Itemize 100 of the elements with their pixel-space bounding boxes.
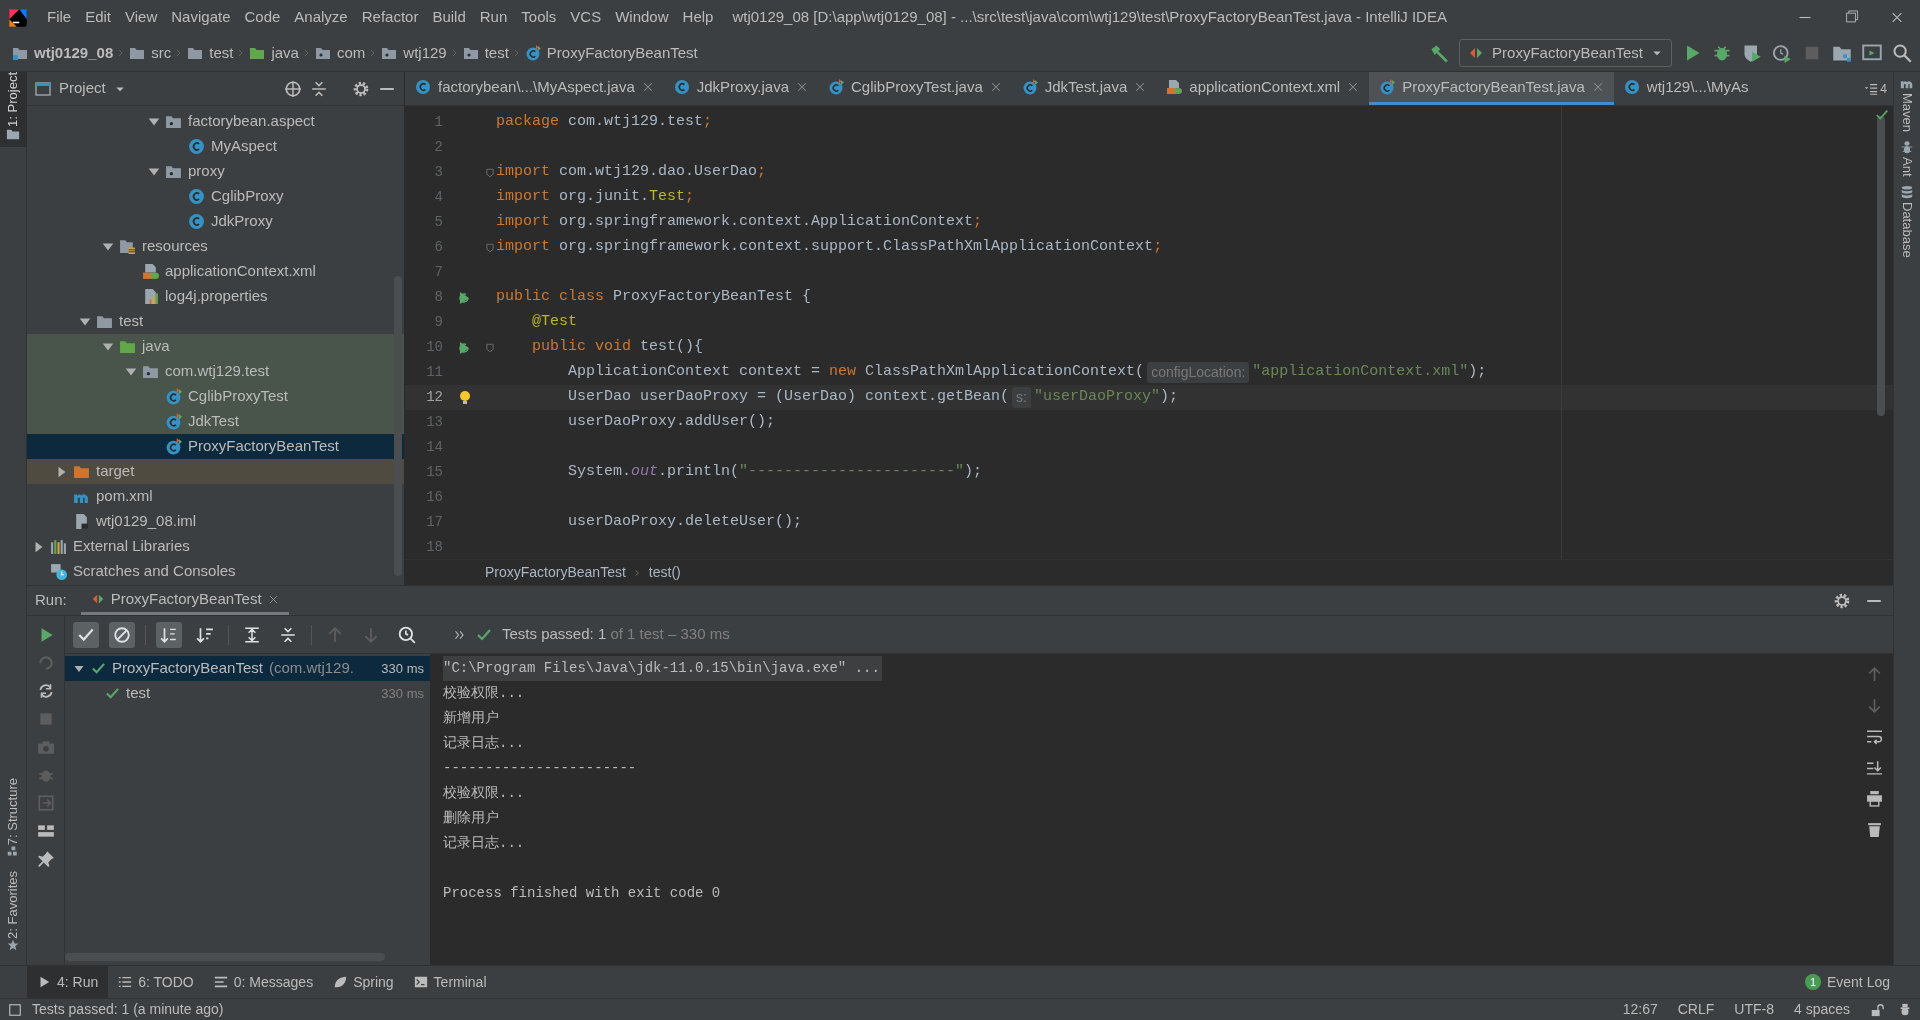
trash-icon[interactable] (1865, 821, 1883, 838)
menu-item[interactable]: Run (472, 6, 515, 29)
editor-tab[interactable]: ProxyFactoryBeanTest.java (1369, 72, 1614, 105)
scrollbar[interactable] (394, 276, 402, 576)
indent-setting[interactable]: 4 spaces (1793, 999, 1850, 1020)
debug-icon[interactable] (1712, 43, 1732, 63)
panel-toggle-icon[interactable] (8, 1002, 22, 1017)
tree-item[interactable]: proxy (27, 159, 404, 184)
view-selector-dropdown[interactable]: Project (59, 77, 126, 100)
tree-item[interactable]: applicationContext.xml (27, 259, 404, 284)
scroll-to-end-icon[interactable] (1865, 759, 1883, 776)
editor-tab[interactable]: JdkProxy.java (663, 72, 819, 105)
editor-tab[interactable]: factorybean\...\MyAspect.java (405, 72, 664, 105)
breadcrumb-item[interactable]: test (484, 41, 509, 65)
menu-item[interactable]: Help (675, 6, 721, 29)
tree-item[interactable]: factorybean.aspect (27, 109, 404, 134)
editor-tab[interactable]: wtj129\...\MyAs (1613, 72, 1759, 105)
layout-icon[interactable] (36, 822, 55, 840)
menu-item[interactable]: Refactor (354, 6, 426, 29)
editor-tab[interactable]: CglibProxyTest.java (818, 72, 1012, 105)
breadcrumb-item[interactable]: wtj129 (403, 41, 447, 65)
close-icon[interactable] (1347, 81, 1360, 93)
menu-item[interactable]: View (118, 6, 165, 29)
tree-item[interactable]: log4j.properties (27, 284, 404, 309)
breadcrumb-item[interactable]: src (151, 41, 172, 65)
breadcrumb-item[interactable]: com (336, 41, 366, 65)
unlock-icon[interactable] (1870, 1002, 1884, 1017)
breadcrumb-item[interactable]: test() (648, 562, 681, 583)
menu-item[interactable]: Window (608, 6, 676, 29)
tool-window-tab[interactable]: Maven (1897, 93, 1917, 133)
print-icon[interactable] (1865, 790, 1883, 807)
show-ignored-button[interactable] (109, 621, 135, 648)
settings-icon[interactable] (352, 79, 370, 98)
menu-item[interactable]: Tools (514, 6, 564, 29)
tree-item[interactable]: Scratches and Consoles (27, 559, 404, 584)
menu-item[interactable]: File (40, 6, 79, 29)
tool-window-button[interactable]: 0: Messages (203, 966, 324, 998)
lightbulb-icon[interactable] (457, 389, 473, 406)
run-configuration-dropdown[interactable]: ProxyFactoryBeanTest (1459, 39, 1672, 67)
search-icon[interactable] (1892, 43, 1912, 63)
more-icon[interactable] (454, 628, 466, 641)
tree-item[interactable]: resources (27, 234, 404, 259)
tree-item[interactable]: pom.xml (27, 484, 404, 509)
menu-item[interactable]: Analyze (287, 6, 355, 29)
locate-icon[interactable] (284, 79, 302, 98)
caret-position[interactable]: 12:67 (1622, 999, 1658, 1020)
fold-marker-icon[interactable] (485, 242, 495, 253)
tool-window-button[interactable]: Spring (323, 966, 404, 998)
soft-wrap-icon[interactable] (1865, 728, 1883, 745)
tree-item[interactable]: External Libraries (27, 534, 404, 559)
close-icon[interactable] (989, 81, 1002, 93)
inspector-icon[interactable] (1898, 1002, 1912, 1017)
show-passed-button[interactable] (73, 621, 99, 648)
profiler-icon[interactable] (1772, 43, 1792, 63)
fold-marker-icon[interactable] (485, 167, 495, 178)
presentation-icon[interactable] (1862, 43, 1882, 63)
tool-window-tab[interactable]: Ant (1897, 157, 1917, 177)
breadcrumb-item[interactable]: java (271, 41, 299, 65)
tool-window-button[interactable]: Terminal (403, 966, 497, 998)
tree-item[interactable]: wtj0129_08.iml (27, 509, 404, 534)
close-icon[interactable] (796, 81, 809, 93)
menu-item[interactable]: VCS (563, 6, 609, 29)
tree-item[interactable]: java (27, 334, 404, 359)
scrollbar[interactable] (1877, 116, 1885, 416)
hidden-tabs-button[interactable]: 4 (1858, 72, 1893, 105)
close-icon[interactable] (267, 593, 279, 605)
tree-item[interactable]: test (27, 309, 404, 334)
tool-window-button[interactable]: 6: TODO (108, 966, 204, 998)
menu-item[interactable]: Code (237, 6, 288, 29)
collapse-all-icon[interactable] (310, 79, 328, 98)
tree-item[interactable]: CglibProxy (27, 184, 404, 209)
editor-tab[interactable]: JdkTest.java (1011, 72, 1157, 105)
line-separator[interactable]: CRLF (1677, 999, 1715, 1020)
tool-window-tab[interactable]: 2: Favorites (0, 871, 27, 939)
event-log-button[interactable]: 1 Event Log (1804, 971, 1890, 993)
close-icon[interactable] (641, 81, 654, 93)
menu-item[interactable]: Navigate (164, 6, 238, 29)
tree-item[interactable]: ProxyFactoryBeanTest (27, 434, 404, 459)
breadcrumb-item[interactable]: ProxyFactoryBeanTest (485, 562, 626, 583)
tool-window-tab[interactable]: Database (1897, 201, 1917, 258)
menu-item[interactable]: Edit (78, 6, 119, 29)
hammer-icon[interactable] (1429, 43, 1450, 63)
breadcrumb-item[interactable]: wtj0129_08 (34, 41, 114, 65)
close-icon[interactable] (1134, 81, 1147, 93)
tool-window-button[interactable]: 4: Run (27, 966, 109, 998)
sort-alphabetically-button[interactable] (156, 621, 182, 648)
scrollbar[interactable] (65, 953, 385, 961)
run-tab[interactable]: ProxyFactoryBeanTest (80, 586, 289, 615)
editor-tab[interactable]: applicationContext.xml (1156, 72, 1370, 105)
test-tree-item[interactable]: test 330 ms (65, 681, 430, 706)
tree-item[interactable]: MyAspect (27, 134, 404, 159)
tree-item[interactable]: JdkProxy (27, 209, 404, 234)
settings-icon[interactable] (1833, 591, 1851, 610)
test-tree-item[interactable]: ProxyFactoryBeanTest (com.wtj129. 330 ms (65, 656, 430, 681)
pin-icon[interactable] (36, 850, 55, 868)
tree-item[interactable]: JdkTest (27, 409, 404, 434)
coverage-icon[interactable] (1742, 43, 1762, 63)
fold-marker-icon[interactable] (485, 342, 495, 353)
tree-item[interactable]: com.wtj129.test (27, 359, 404, 384)
tool-window-tab[interactable]: 7: Structure (0, 777, 27, 846)
